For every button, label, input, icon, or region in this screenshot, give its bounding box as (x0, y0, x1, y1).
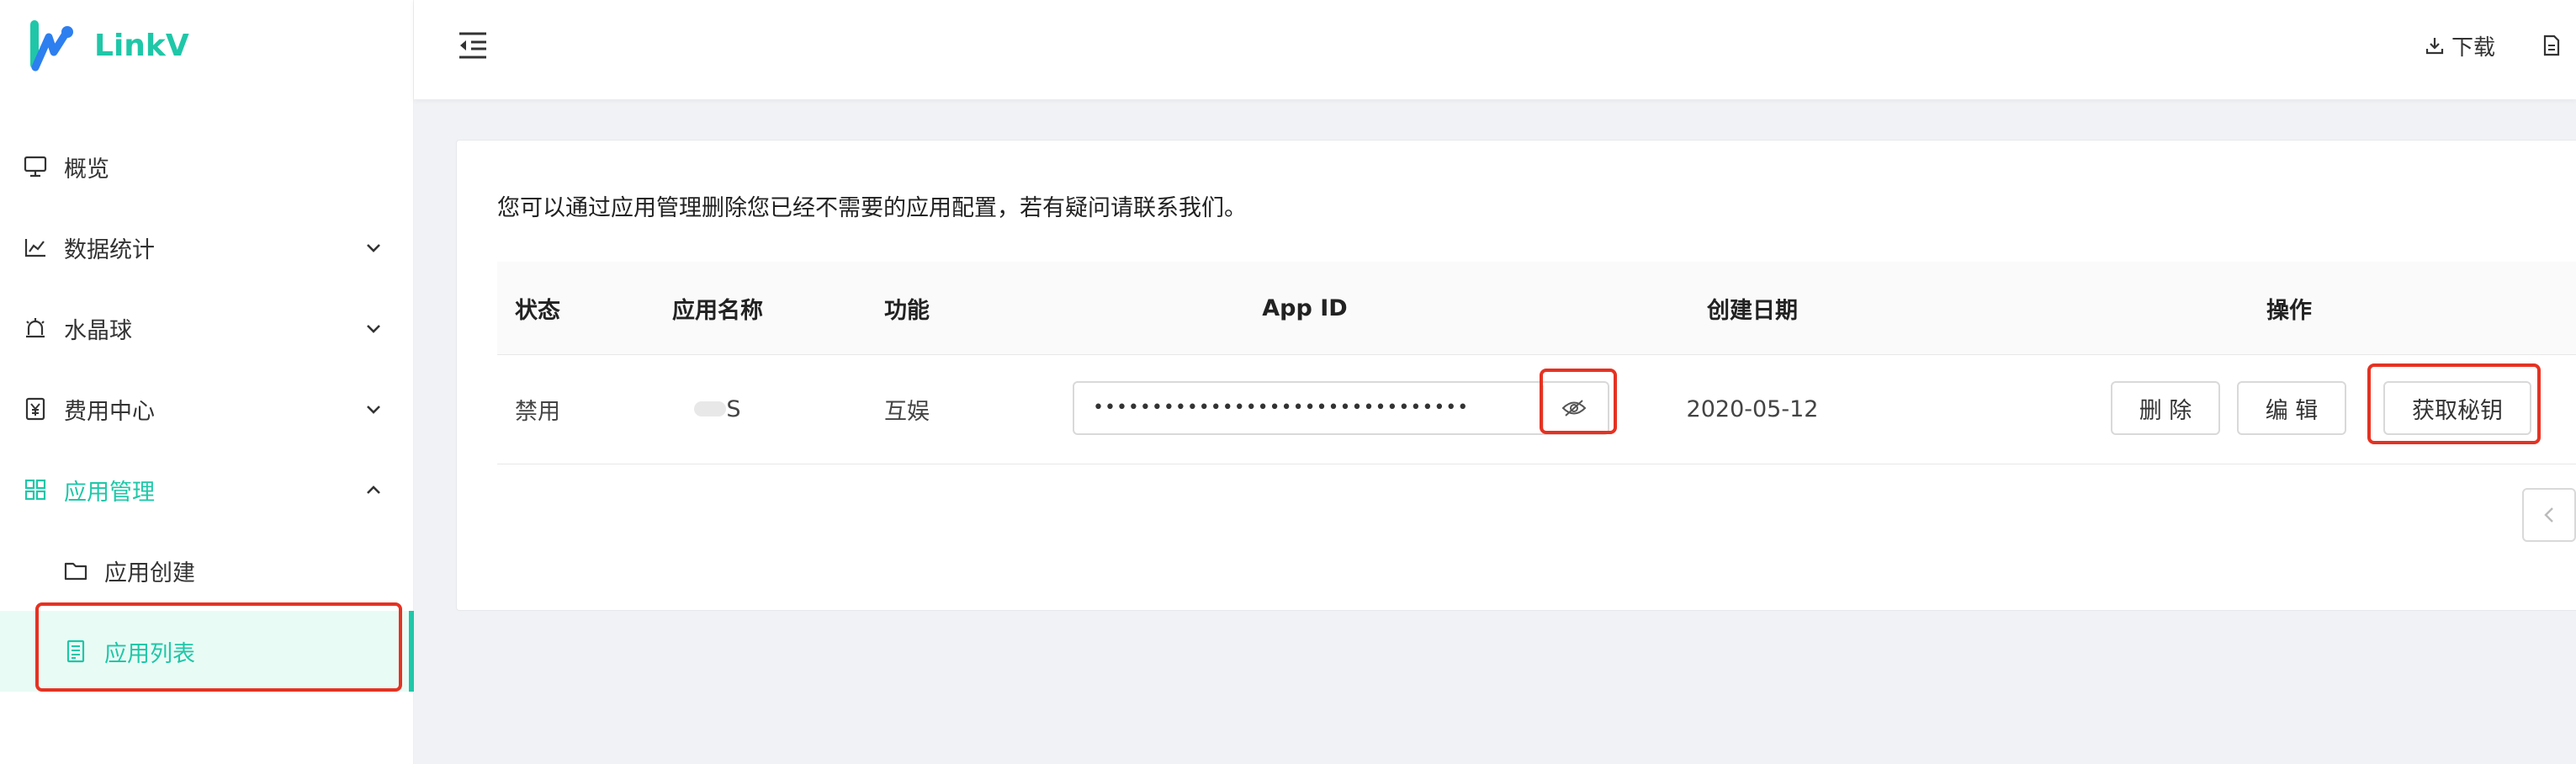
column-header-feature: 功能 (884, 297, 930, 324)
sidebar-item-label: 概览 (64, 156, 109, 183)
download-label: 下载 (2451, 34, 2496, 61)
menu-fold-icon (459, 32, 486, 59)
chevron-up-icon (363, 480, 384, 500)
sidebar-item-app-management[interactable]: 应用管理 (0, 449, 414, 530)
list-icon (62, 638, 89, 665)
chevron-down-icon (363, 399, 384, 419)
sidebar-item-crystal-ball[interactable]: 水晶球 (0, 288, 414, 369)
column-header-app-id: App ID (1262, 294, 1348, 321)
alarm-icon (22, 315, 49, 342)
delete-button[interactable]: 删 除 (2111, 381, 2220, 435)
toggle-visibility-button[interactable] (1543, 385, 1604, 431)
notice-text: 您可以通过应用管理删除您已经不需要的应用配置，若有疑问请联系我们。 (497, 195, 1247, 221)
monitor-icon (22, 153, 49, 180)
table-header: 状态 应用名称 功能 App ID 创建日期 操作 (497, 262, 2576, 355)
app-name-cell: S (659, 354, 777, 464)
sidebar-item-label: 水晶球 (64, 317, 132, 344)
column-header-status: 状态 (515, 297, 560, 324)
edit-button[interactable]: 编 辑 (2237, 381, 2346, 435)
brand-name: LinkV (94, 28, 189, 63)
chevron-left-icon (2544, 507, 2553, 523)
column-header-created-date: 创建日期 (1707, 297, 1798, 324)
sidebar-item-label: 费用中心 (64, 398, 155, 425)
app-name-text: S (726, 395, 741, 422)
appstore-icon (22, 476, 49, 503)
column-header-actions: 操作 (2266, 297, 2312, 324)
sidebar-item-label: 应用列表 (104, 640, 195, 667)
sidebar-item-app-create[interactable]: 应用创建 (0, 530, 414, 611)
column-header-app-name: 应用名称 (672, 297, 763, 324)
chevron-down-icon (363, 237, 384, 257)
sidebar-item-label: 应用创建 (104, 560, 195, 586)
app-id-masked-value: •••••••••••••••••••••••••••••••• (1093, 397, 1470, 418)
download-link[interactable]: 下载 (2425, 29, 2495, 62)
sidebar-item-billing[interactable]: 费用中心 (0, 369, 414, 449)
created-date-cell: 2020-05-12 (1686, 395, 1819, 422)
linkv-logo-icon (30, 20, 73, 72)
status-cell: 禁用 (515, 398, 560, 425)
sidebar: LinkV 概览 数据统计 水晶球 费用中心 应用管理 应用创建 应用列表 (0, 0, 414, 764)
sidebar-item-data-stats[interactable]: 数据统计 (0, 207, 414, 288)
chevron-down-icon (363, 318, 384, 338)
eye-invisible-icon (1561, 400, 1587, 416)
money-icon (22, 395, 49, 422)
app-list-card: 您可以通过应用管理删除您已经不需要的应用配置，若有疑问请联系我们。 状态 应用名… (456, 140, 2576, 611)
sidebar-item-app-list[interactable]: 应用列表 (0, 611, 414, 692)
pagination-prev-button[interactable] (2522, 488, 2576, 542)
app-id-field[interactable]: •••••••••••••••••••••••••••••••• (1073, 381, 1609, 435)
file-text-icon (2543, 34, 2560, 56)
menu-fold-button[interactable] (454, 29, 491, 62)
feature-cell: 互娱 (884, 398, 930, 425)
folder-icon (62, 557, 89, 584)
get-secret-key-button[interactable]: 获取秘钥 (2383, 381, 2531, 435)
logo[interactable]: LinkV (29, 19, 189, 72)
download-icon (2425, 38, 2444, 55)
sidebar-item-label: 数据统计 (64, 236, 155, 263)
sidebar-item-overview[interactable]: 概览 (0, 126, 414, 207)
top-header: 下载 (414, 0, 2576, 99)
table-row: 禁用 S 互娱 ••••••••••••••••••••••••••••••••… (497, 354, 2576, 464)
sidebar-item-label: 应用管理 (64, 479, 155, 506)
redacted-mask (694, 401, 727, 416)
line-chart-icon (22, 234, 49, 261)
document-link[interactable] (2542, 29, 2568, 62)
